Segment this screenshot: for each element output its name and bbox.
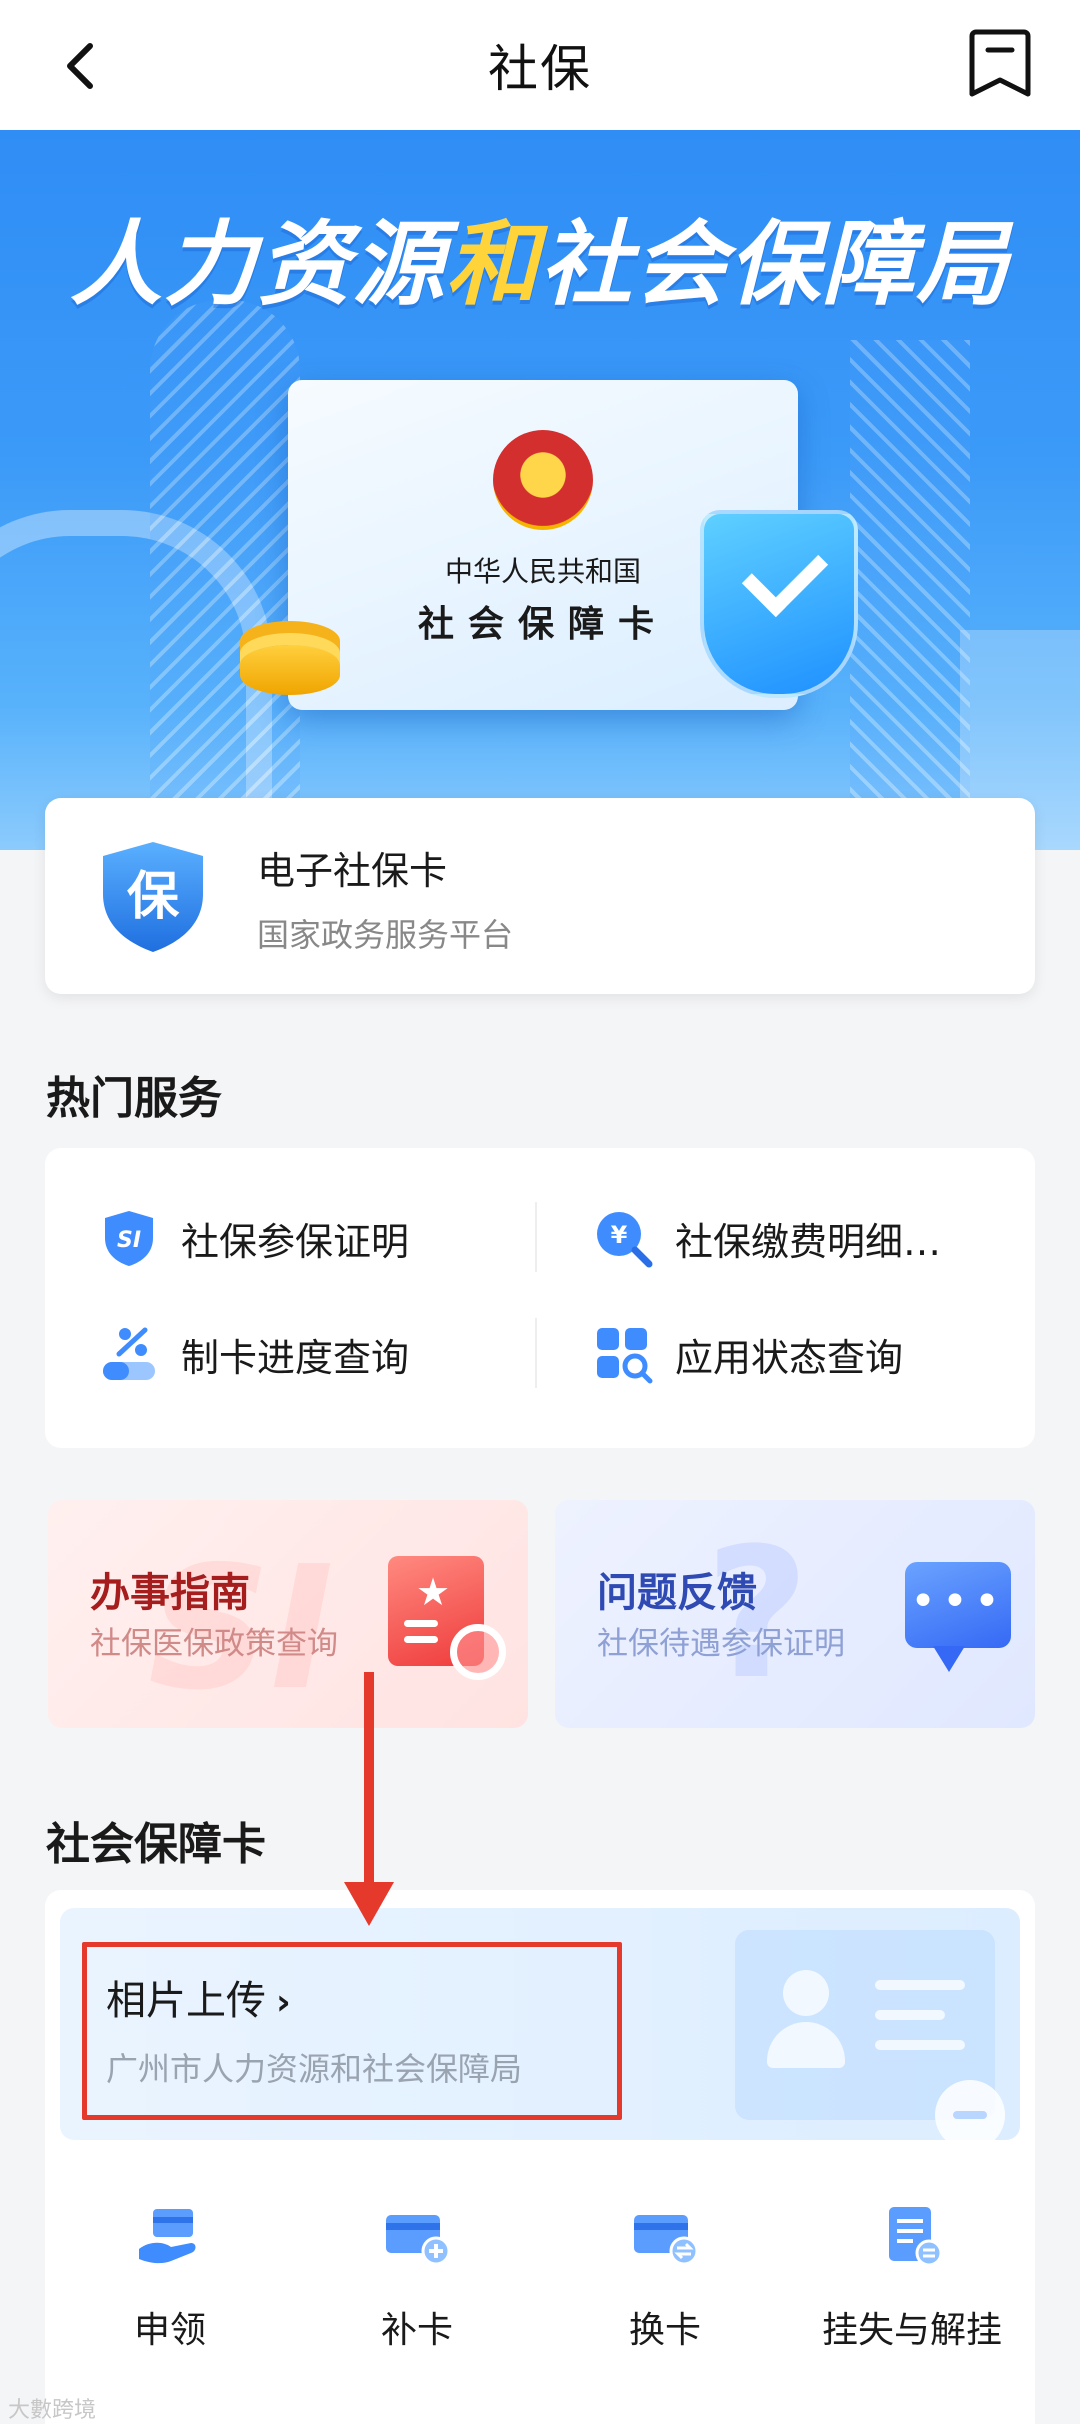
ecard-title: 电子社保卡 <box>257 849 448 893</box>
watermark-text: 大數跨境 <box>8 2398 97 2423</box>
ecard-subtitle: 国家政务服务平台 <box>257 916 514 954</box>
bao-shield-icon: 保 <box>103 842 203 952</box>
report-loss-icon <box>889 2207 943 2267</box>
hot-services-heading: 热门服务 <box>46 1073 222 1124</box>
minus-circle-icon <box>935 2080 1005 2140</box>
card-reissue-icon <box>386 2215 451 2266</box>
coins-icon <box>240 645 340 695</box>
service-guide-card[interactable]: SI 办事指南 社保医保政策查询 ★ <box>48 1500 528 1728</box>
si-shield-icon: SI <box>105 1211 153 1266</box>
action-label: 申领 <box>133 2310 206 2351</box>
yuan-search-icon: ¥ <box>597 1212 653 1268</box>
hot-services-panel: SI 社保参保证明 ¥ 社保缴费明细… 制卡进度查询 应用状态查询 <box>45 1148 1035 1448</box>
action-apply[interactable]: 申领 <box>50 2205 290 2353</box>
annotation-arrow-head <box>344 1882 394 1926</box>
service-card-progress[interactable]: 制卡进度查询 <box>99 1324 409 1384</box>
card-progress-icon <box>103 1327 155 1380</box>
bao-char: 保 <box>127 867 180 927</box>
action-label: 补卡 <box>380 2310 453 2351</box>
shield-check-icon <box>700 510 858 698</box>
service-payment-details[interactable]: ¥ 社保缴费明细… <box>593 1208 941 1268</box>
canton-tower-decoration <box>150 300 300 850</box>
service-label: 社保参保证明 <box>181 1219 410 1264</box>
banner-title-part1: 人力资源 <box>69 211 446 318</box>
card-exchange-icon <box>634 2215 699 2266</box>
page-title: 社保 <box>488 40 592 98</box>
banner-title-part2: 社会保障局 <box>540 211 1011 318</box>
service-label: 制卡进度查询 <box>181 1335 410 1380</box>
service-si-certificate[interactable]: SI 社保参保证明 <box>99 1208 409 1268</box>
social-security-card-heading: 社会保障卡 <box>46 1819 266 1870</box>
e-social-security-card-entry[interactable]: 保 电子社保卡 国家政务服务平台 <box>45 798 1035 994</box>
id-photo-icon <box>735 1930 1005 2140</box>
hrss-banner[interactable]: 人力资源和社会保障局 中华人民共和国 社会保障卡 <box>0 130 1080 850</box>
annotation-arrow <box>364 1672 374 1892</box>
bookmark-icon[interactable] <box>968 26 1032 100</box>
skyscraper-decoration <box>850 340 970 850</box>
action-reissue[interactable]: 补卡 <box>297 2205 537 2353</box>
action-exchange[interactable]: 换卡 <box>545 2205 785 2353</box>
national-emblem-icon <box>493 430 593 530</box>
chat-bubble-icon: ••• <box>905 1562 1011 1672</box>
promo-subtitle: 社保医保政策查询 <box>90 1626 338 1662</box>
action-report-loss[interactable]: 挂失与解挂 <box>792 2205 1032 2353</box>
action-label: 挂失与解挂 <box>821 2310 1002 2351</box>
svg-text:SI: SI <box>117 1228 141 1253</box>
back-arrow-icon[interactable] <box>52 36 112 96</box>
promo-title: 办事指南 <box>90 1570 250 1616</box>
feedback-card[interactable]: ? 问题反馈 社保待遇参保证明 ••• <box>555 1500 1035 1728</box>
service-app-status[interactable]: 应用状态查询 <box>593 1324 903 1384</box>
guide-doc-icon: ★ <box>388 1556 506 1680</box>
top-nav-bar: 社保 <box>0 0 1080 130</box>
service-label: 社保缴费明细… <box>675 1219 942 1264</box>
service-label: 应用状态查询 <box>675 1335 904 1380</box>
promo-subtitle: 社保待遇参保证明 <box>597 1626 845 1662</box>
apply-card-icon <box>139 2209 196 2264</box>
svg-text:¥: ¥ <box>611 1221 628 1249</box>
app-status-icon <box>597 1328 653 1384</box>
banner-title: 人力资源和社会保障局 <box>0 190 1080 323</box>
annotation-highlight-box <box>82 1942 622 2120</box>
divider <box>535 1202 537 1272</box>
promo-title: 问题反馈 <box>597 1570 757 1616</box>
banner-title-highlight: 和 <box>445 211 540 318</box>
divider <box>535 1318 537 1388</box>
action-label: 换卡 <box>628 2310 701 2351</box>
